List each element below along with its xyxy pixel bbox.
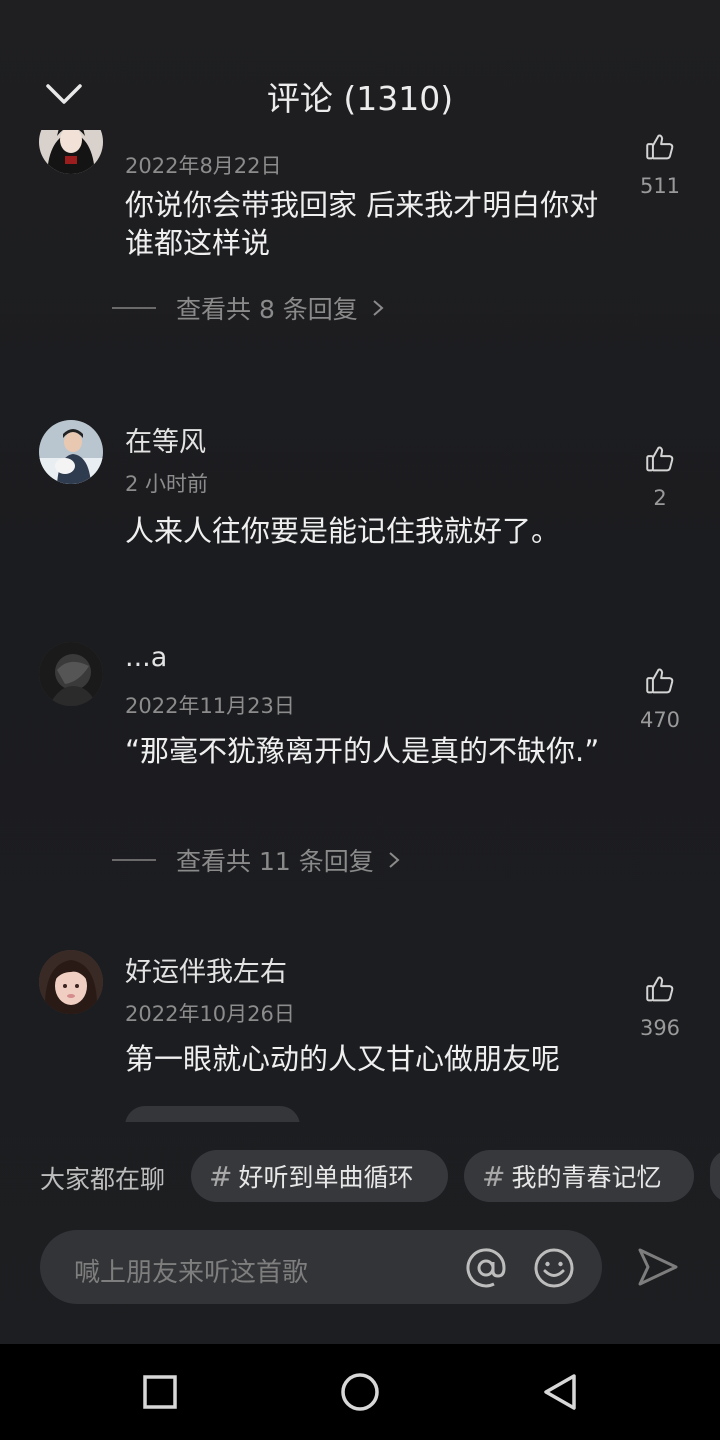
send-icon[interactable]	[632, 1242, 682, 1292]
divider	[112, 859, 156, 861]
topic-bar: 大家都在聊 # 好听到单曲循环 # 我的青春记忆	[0, 1148, 720, 1204]
comment-text: 第一眼就心动的人又甘心做朋友呢	[125, 1042, 561, 1076]
hash-icon: #	[209, 1159, 233, 1193]
thumbs-up-icon	[646, 446, 674, 472]
like-button[interactable]: 470	[630, 664, 690, 732]
topic-chip[interactable]: # 好听到单曲循环	[191, 1150, 448, 1202]
like-button[interactable]: 396	[630, 972, 690, 1040]
comment-time: 2 小时前	[125, 472, 209, 496]
replies-label: 查看共 8 条回复	[176, 295, 358, 324]
triangle-back-icon[interactable]	[538, 1370, 582, 1414]
topic-chip-label: 我的青春记忆	[511, 1163, 662, 1192]
comment-list[interactable]: 2022年8月22日 你说你会带我回家 后来我才明白你对谁都这样说 511 查看…	[0, 130, 720, 1122]
like-count: 2	[653, 486, 667, 510]
chevron-right-icon	[389, 852, 400, 868]
avatar[interactable]	[39, 130, 103, 174]
avatar[interactable]	[39, 420, 103, 484]
topic-chip-partial[interactable]	[710, 1150, 720, 1202]
like-button[interactable]: 511	[630, 130, 690, 198]
replies-label: 查看共 11 条回复	[176, 847, 374, 876]
replies-chip-partial[interactable]	[125, 1106, 300, 1122]
avatar[interactable]	[39, 642, 103, 706]
top-bar: 评论 (1310)	[0, 60, 720, 130]
chevron-right-icon	[373, 300, 384, 316]
divider	[112, 307, 156, 309]
circle-home-icon[interactable]	[338, 1370, 382, 1414]
at-icon[interactable]	[464, 1246, 508, 1290]
comment-time: 2022年10月26日	[125, 1002, 295, 1026]
view-replies-button[interactable]: 查看共 8 条回复	[112, 290, 384, 326]
like-count: 511	[639, 174, 681, 198]
like-button[interactable]: 2	[630, 442, 690, 510]
comment-time: 2022年11月23日	[125, 694, 295, 718]
like-count: 470	[639, 708, 681, 732]
comment-username[interactable]: 好运伴我左右	[125, 950, 287, 989]
emoji-icon[interactable]	[532, 1246, 576, 1290]
comment-username[interactable]: 在等风	[125, 420, 206, 459]
avatar[interactable]	[39, 950, 103, 1014]
topic-chip-label: 好听到单曲循环	[238, 1163, 414, 1192]
thumbs-up-icon	[646, 668, 674, 694]
thumbs-up-icon	[646, 134, 674, 160]
comment-text: “那毫不犹豫离开的人是真的不缺你.”	[125, 734, 600, 768]
system-nav-bar	[0, 1344, 720, 1440]
topic-chip[interactable]: # 我的青春记忆	[464, 1150, 694, 1202]
square-recents-icon[interactable]	[138, 1370, 182, 1414]
comment-text: 你说你会带我回家 后来我才明白你对谁都这样说	[125, 188, 599, 260]
comment-input[interactable]: 喊上朋友来听这首歌	[40, 1230, 602, 1304]
comment-username[interactable]: ...a	[125, 642, 167, 673]
view-replies-button[interactable]: 查看共 11 条回复	[112, 842, 400, 878]
hash-icon: #	[482, 1159, 506, 1193]
like-count: 396	[639, 1016, 681, 1040]
thumbs-up-icon	[646, 976, 674, 1002]
comment-time: 2022年8月22日	[125, 154, 282, 178]
comment-input-placeholder: 喊上朋友来听这首歌	[74, 1258, 309, 1288]
page-title: 评论 (1310)	[266, 79, 454, 118]
topics-label: 大家都在聊	[40, 1165, 166, 1194]
comment-text: 人来人往你要是能记住我就好了。	[125, 514, 561, 548]
